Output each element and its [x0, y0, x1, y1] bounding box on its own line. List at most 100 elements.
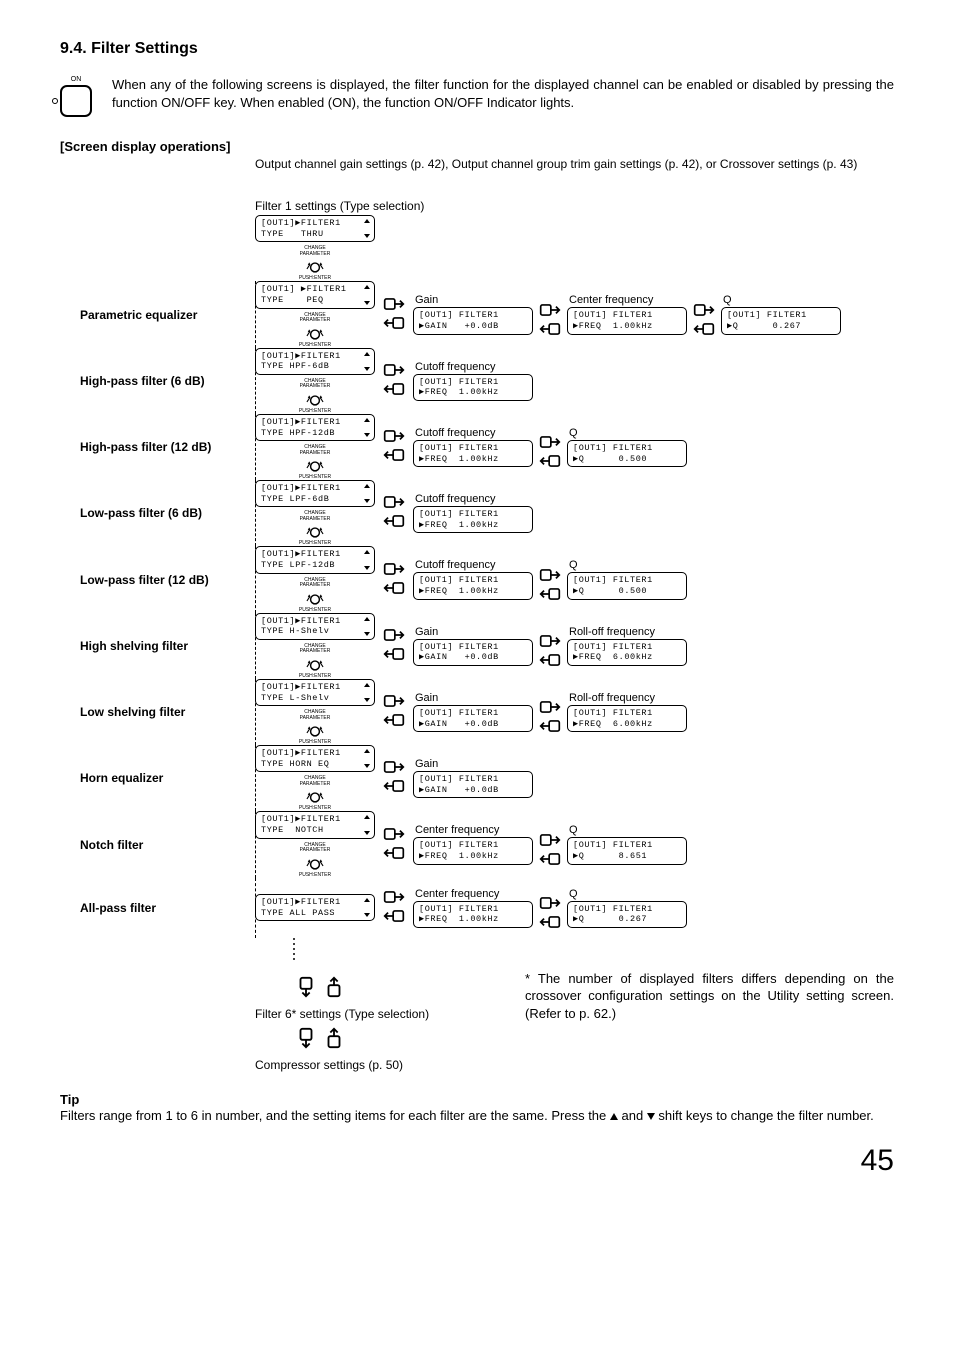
param-knob-icon[interactable]: CHANGEPARAMETERPUSH:ENTER: [299, 578, 331, 613]
left-key-icon[interactable]: [539, 322, 561, 339]
right-key-icon[interactable]: [539, 303, 561, 320]
right-key-icon[interactable]: [383, 363, 405, 380]
shift-down-icon[interactable]: [295, 1027, 317, 1052]
param-knob-icon[interactable]: CHANGEPARAMETERPUSH:ENTER: [299, 445, 331, 480]
left-key-icon[interactable]: [383, 514, 405, 531]
right-key-icon[interactable]: [539, 435, 561, 452]
filter6-caption: Filter 6* settings (Type selection): [255, 1007, 505, 1021]
filter-row: Low-pass filter (12 dB)[OUT1]▶FILTER1TYP…: [80, 546, 894, 612]
nav-keys: [539, 303, 561, 339]
right-key-icon[interactable]: [693, 303, 715, 320]
lcd-screen: [OUT1]▶FILTER1TYPE ALL PASS: [255, 894, 375, 921]
triangle-down-icon: [647, 1113, 655, 1120]
left-key-icon[interactable]: [383, 647, 405, 664]
lcd-screen: [OUT1]▶FILTER1TYPE HORN EQ: [255, 745, 375, 772]
left-key-icon[interactable]: [539, 653, 561, 670]
right-key-icon[interactable]: [383, 890, 405, 907]
intro-text: When any of the following screens is dis…: [112, 76, 894, 111]
vertical-ellipsis-icon: [292, 938, 894, 962]
nav-keys: [383, 429, 405, 465]
nav-keys: [693, 303, 715, 339]
left-key-icon[interactable]: [383, 316, 405, 333]
nav-keys: [383, 694, 405, 730]
param-knob-icon[interactable]: CHANGEPARAMETERPUSH:ENTER: [299, 511, 331, 546]
right-key-icon[interactable]: [383, 429, 405, 446]
param-knob-icon[interactable]: CHANGEPARAMETER PUSH:ENTER: [299, 246, 331, 281]
left-key-icon[interactable]: [539, 852, 561, 869]
right-key-icon[interactable]: [383, 694, 405, 711]
nav-keys: [539, 634, 561, 670]
tip-heading: Tip: [60, 1092, 894, 1107]
param-knob-icon[interactable]: CHANGEPARAMETERPUSH:ENTER: [299, 776, 331, 811]
left-key-icon[interactable]: [539, 915, 561, 932]
filter-row-label: Notch filter: [80, 838, 255, 852]
lcd-screen: [OUT1] FILTER1▶Q 0.500: [567, 440, 687, 467]
filter-row-label: High-pass filter (6 dB): [80, 374, 255, 388]
nav-keys: [539, 896, 561, 932]
param-title: Roll-off frequency: [569, 692, 655, 704]
nav-keys: [539, 700, 561, 736]
param-title: Q: [569, 559, 578, 571]
param-knob-icon[interactable]: CHANGEPARAMETERPUSH:ENTER: [299, 710, 331, 745]
nav-keys: [383, 495, 405, 531]
left-key-icon[interactable]: [383, 909, 405, 926]
filter-row: Horn equalizer[OUT1]▶FILTER1TYPE HORN EQ…: [80, 745, 894, 811]
left-key-icon[interactable]: [383, 779, 405, 796]
left-key-icon[interactable]: [539, 719, 561, 736]
right-key-icon[interactable]: [383, 628, 405, 645]
shift-down-icon[interactable]: [295, 976, 317, 1001]
param-knob-icon[interactable]: CHANGEPARAMETERPUSH:ENTER: [299, 644, 331, 679]
lcd-screen: [OUT1] FILTER1▶FREQ 6.00kHz: [567, 639, 687, 666]
param-title: Gain: [415, 692, 438, 704]
right-key-icon[interactable]: [383, 760, 405, 777]
lcd-screen: [OUT1] FILTER1▶FREQ 1.00kHz: [413, 506, 533, 533]
param-title: Q: [569, 888, 578, 900]
lcd-screen: [OUT1] FILTER1▶GAIN +0.0dB: [413, 771, 533, 798]
shift-up-icon[interactable]: [323, 1027, 345, 1052]
left-key-icon[interactable]: [383, 382, 405, 399]
param-knob-icon[interactable]: CHANGEPARAMETERPUSH:ENTER: [299, 379, 331, 414]
left-key-icon[interactable]: [383, 846, 405, 863]
right-key-icon[interactable]: [539, 833, 561, 850]
triangle-up-icon: [610, 1113, 618, 1120]
param-knob-icon[interactable]: CHANGEPARAMETERPUSH:ENTER: [299, 313, 331, 348]
filter-row: Notch filter[OUT1]▶FILTER1TYPE NOTCHCHAN…: [80, 811, 894, 877]
left-key-icon[interactable]: [539, 454, 561, 471]
right-key-icon[interactable]: [383, 827, 405, 844]
right-key-icon[interactable]: [539, 700, 561, 717]
left-key-icon[interactable]: [383, 713, 405, 730]
filter-row: Low-pass filter (6 dB)[OUT1]▶FILTER1TYPE…: [80, 480, 894, 546]
shift-up-icon[interactable]: [323, 976, 345, 1001]
page-number: 45: [60, 1144, 894, 1178]
lcd-screen: [OUT1] FILTER1▶FREQ 6.00kHz: [567, 705, 687, 732]
filter1-caption: Filter 1 settings (Type selection): [255, 199, 894, 213]
left-key-icon[interactable]: [383, 581, 405, 598]
filter-row: High shelving filter[OUT1]▶FILTER1TYPE H…: [80, 613, 894, 679]
onoff-key[interactable]: ON: [60, 76, 92, 117]
filter-row-label: Parametric equalizer: [80, 308, 255, 322]
left-key-icon[interactable]: [539, 587, 561, 604]
param-title: Cutoff frequency: [415, 493, 496, 505]
right-key-icon[interactable]: [383, 297, 405, 314]
lcd-screen: [OUT1] FILTER1▶FREQ 1.00kHz: [567, 307, 687, 334]
nav-keys: [383, 760, 405, 796]
param-title: Cutoff frequency: [415, 427, 496, 439]
param-title: Gain: [415, 294, 438, 306]
lcd-screen: [OUT1] ▶FILTER1TYPE PEQ: [255, 281, 375, 308]
right-key-icon[interactable]: [383, 495, 405, 512]
right-key-icon[interactable]: [539, 634, 561, 651]
left-key-icon[interactable]: [693, 322, 715, 339]
param-title: Center frequency: [415, 888, 499, 900]
param-knob-icon[interactable]: CHANGEPARAMETERPUSH:ENTER: [299, 843, 331, 878]
left-key-icon[interactable]: [383, 448, 405, 465]
filter-row-label: Horn equalizer: [80, 771, 255, 785]
nav-keys: [383, 628, 405, 664]
param-title: Center frequency: [569, 294, 653, 306]
right-key-icon[interactable]: [383, 562, 405, 579]
right-key-icon[interactable]: [539, 896, 561, 913]
nav-keys: [383, 363, 405, 399]
nav-keys: [383, 562, 405, 598]
param-title: Roll-off frequency: [569, 626, 655, 638]
right-key-icon[interactable]: [539, 568, 561, 585]
nav-keys: [539, 568, 561, 604]
